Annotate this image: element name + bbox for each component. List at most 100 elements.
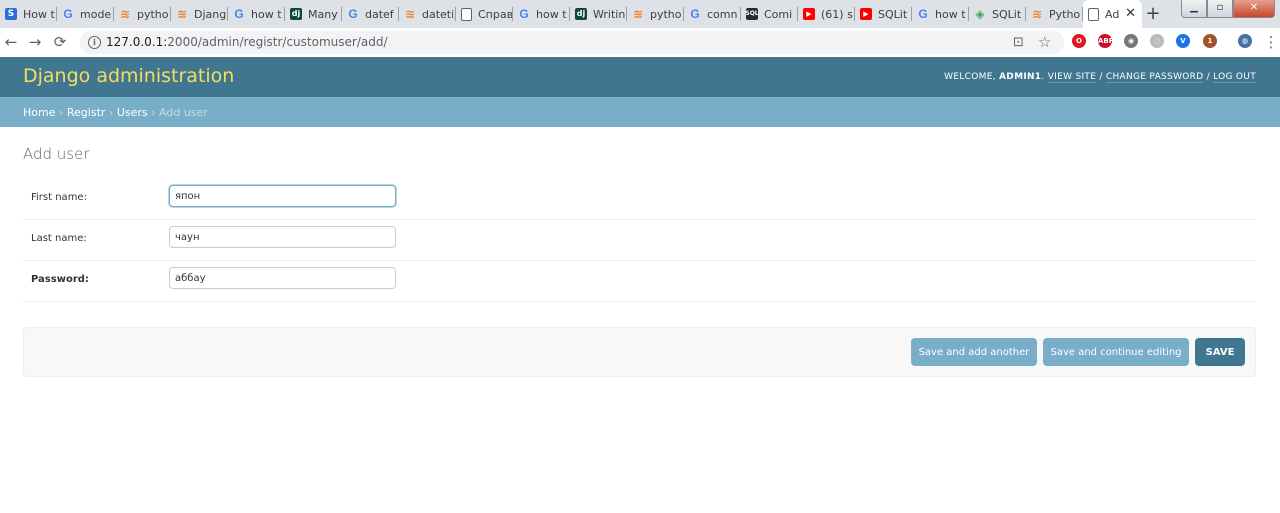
browser-tab[interactable]: ≋ pytho [627, 0, 684, 28]
breadcrumb-app[interactable]: Registr [67, 106, 106, 119]
breadcrumb-current: Add user [159, 106, 208, 119]
tab-list: S How t Gmode ≋ pytho ≋ Djang Ghow t dj Many Gdate… [0, 0, 1142, 28]
tab-favicon-icon: G [63, 7, 73, 21]
browser-tab[interactable]: SQL Comi [741, 0, 798, 28]
tab-favicon-icon: ≋ [176, 7, 188, 21]
url-text[interactable]: 127.0.0.1:2000/admin/registr/customuser/… [106, 35, 388, 49]
browser-tab[interactable]: ◈ SQLit [969, 0, 1026, 28]
forward-icon[interactable]: → [26, 33, 44, 51]
last-name-field[interactable] [169, 226, 396, 248]
breadcrumb-home[interactable]: Home [23, 106, 55, 119]
browser-tab[interactable]: Справ [456, 0, 513, 28]
browser-tab[interactable]: Gdatef [342, 0, 399, 28]
browser-tab[interactable]: dj Writin [570, 0, 627, 28]
address-bar[interactable]: i 127.0.0.1:2000/admin/registr/customuse… [80, 31, 1064, 54]
site-branding[interactable]: Django administration [23, 65, 234, 87]
browser-menu-icon[interactable]: ⋮ [1262, 33, 1280, 51]
welcome-text: Welcome, [944, 72, 996, 82]
save-and-add-another-button[interactable]: Save and add another [911, 338, 1037, 366]
tab-favicon-icon: G [348, 7, 358, 21]
tab-label: pytho [650, 7, 682, 21]
form-row-first-name: First name: [23, 179, 1256, 220]
browser-tab[interactable]: Ghow t [228, 0, 285, 28]
tab-favicon-icon: G [234, 7, 244, 21]
tab-label: mode [80, 7, 112, 21]
tab-favicon-icon: ≋ [119, 7, 131, 21]
tab-label: Ad [1105, 7, 1120, 21]
last-name-label: Last name: [31, 233, 87, 244]
extension-icon[interactable]: V [1176, 34, 1190, 48]
browser-tab[interactable]: Ghow t [513, 0, 570, 28]
page-title: Add user [23, 145, 90, 163]
extension-icon[interactable]: O [1072, 34, 1086, 48]
tab-label: Справ [478, 7, 513, 21]
browser-tab[interactable]: ▶ SQLit [855, 0, 912, 28]
tab-label: Comi [764, 7, 793, 21]
tab-favicon-icon [461, 7, 472, 21]
extension-icon[interactable]: ◌ [1150, 34, 1164, 48]
extension-icon[interactable]: ◉ [1124, 34, 1138, 48]
browser-tab[interactable]: ≋ dateti [399, 0, 456, 28]
translate-icon[interactable]: ⊡ [1013, 35, 1024, 50]
save-and-continue-button[interactable]: Save and continue editing [1043, 338, 1189, 366]
browser-tab[interactable]: Gmode [57, 0, 114, 28]
browser-tab[interactable]: ▶ (61) s [798, 0, 855, 28]
tab-label: SQLit [992, 7, 1022, 21]
browser-tab-active[interactable]: Ad ✕ [1083, 0, 1142, 28]
change-password-link[interactable]: Change password [1105, 72, 1204, 83]
breadcrumb-model[interactable]: Users [117, 106, 148, 119]
tab-favicon-icon: ▶ [860, 8, 872, 20]
tab-label: (61) s [821, 7, 853, 21]
window-controls: ▁ ▫ ✕ [1181, 0, 1275, 18]
tab-favicon-icon: SQL [745, 8, 759, 20]
maximize-button[interactable]: ▫ [1207, 0, 1233, 18]
tab-label: dateti [422, 7, 455, 21]
close-window-button[interactable]: ✕ [1233, 0, 1275, 18]
form-row-last-name: Last name: [23, 220, 1256, 261]
view-site-link[interactable]: View site [1047, 72, 1097, 83]
minimize-button[interactable]: ▁ [1181, 0, 1207, 18]
reload-icon[interactable]: ⟳ [51, 33, 69, 51]
browser-tab[interactable]: Ghow t [912, 0, 969, 28]
tab-favicon-icon: G [690, 7, 700, 21]
submit-row: Save and add another Save and continue e… [23, 327, 1256, 377]
tab-favicon-icon: ≋ [1031, 7, 1043, 21]
tab-favicon-icon: dj [290, 8, 302, 20]
browser-tab[interactable]: ≋ Pytho [1026, 0, 1083, 28]
tab-label: Djang [194, 7, 227, 21]
tab-label: Pytho [1049, 7, 1081, 21]
tab-favicon-icon: ◈ [975, 7, 985, 21]
browser-tab[interactable]: Gcomn [684, 0, 741, 28]
breadcrumb: Home › Registr › Users › Add user [0, 97, 1280, 127]
browser-tab[interactable]: dj Many [285, 0, 342, 28]
extension-icon[interactable]: ◍ [1238, 34, 1252, 48]
browser-toolbar: ← → ⟳ i 127.0.0.1:2000/admin/registr/cus… [0, 28, 1280, 58]
bookmark-star-icon[interactable]: ☆ [1038, 33, 1051, 51]
tab-favicon-icon: dj [575, 8, 587, 20]
tab-label: How t [23, 7, 55, 21]
back-icon[interactable]: ← [2, 33, 20, 51]
tab-label: how t [536, 7, 567, 21]
form-row-password: Password: [23, 261, 1256, 302]
close-tab-icon[interactable]: ✕ [1125, 6, 1136, 21]
tab-label: how t [935, 7, 966, 21]
extension-icon[interactable]: 1 [1203, 34, 1217, 48]
new-tab-button[interactable]: + [1143, 4, 1163, 24]
tab-favicon-icon: ▶ [803, 8, 815, 20]
tab-label: comn [707, 7, 738, 21]
logout-link[interactable]: Log out [1213, 72, 1256, 83]
tab-label: how t [251, 7, 282, 21]
save-button[interactable]: SAVE [1195, 338, 1245, 366]
browser-tab[interactable]: ≋ Djang [171, 0, 228, 28]
user-tools: Welcome, admin1. View site / Change pass… [944, 72, 1256, 83]
tab-label: Many [308, 7, 338, 21]
browser-tab[interactable]: ≋ pytho [114, 0, 171, 28]
site-info-icon[interactable]: i [88, 36, 101, 49]
tab-label: datef [365, 7, 394, 21]
browser-tab[interactable]: S How t [0, 0, 57, 28]
extension-icon[interactable]: ABP [1098, 34, 1114, 48]
tab-favicon-icon: ≋ [404, 7, 416, 21]
first-name-field[interactable] [169, 185, 396, 207]
password-field[interactable] [169, 267, 396, 289]
tab-label: pytho [137, 7, 169, 21]
